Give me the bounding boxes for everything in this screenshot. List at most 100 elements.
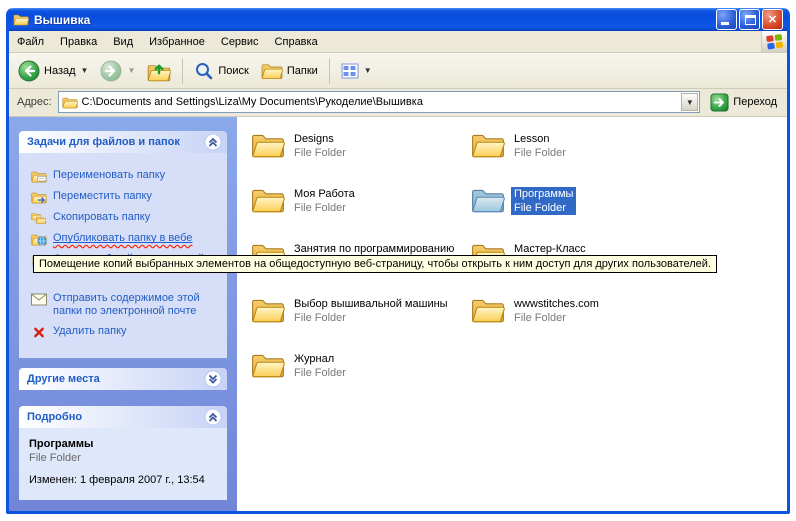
details-item-modified: Изменен: 1 февраля 2007 г., 13:54 (29, 474, 219, 486)
folder-item-zhurnal[interactable]: Журнал File Folder (251, 351, 463, 406)
address-label: Адрес: (17, 96, 52, 108)
task-copy-folder[interactable]: Скопировать папку (31, 211, 221, 225)
views-icon (341, 63, 359, 79)
menu-help[interactable]: Справка (267, 33, 326, 51)
toolbar: Назад ▼ ▼ Поиск Папки (9, 53, 787, 89)
tooltip: Помещение копий выбранных элементов на о… (33, 255, 717, 273)
back-arrow-icon (18, 60, 40, 82)
file-name: Программы (514, 188, 573, 200)
details-header[interactable]: Подробно (19, 406, 227, 428)
task-move-folder[interactable]: Переместить папку (31, 190, 221, 204)
search-button[interactable]: Поиск (189, 58, 253, 84)
back-button[interactable]: Назад ▼ (13, 57, 93, 85)
menu-tools[interactable]: Сервис (213, 33, 267, 51)
window-folder-icon (13, 13, 29, 26)
window-controls: ✕ (716, 9, 783, 30)
back-label: Назад (44, 65, 76, 77)
rename-folder-icon (31, 170, 47, 183)
maximize-button[interactable] (739, 9, 760, 30)
folder-icon (251, 351, 285, 379)
task-label: Переместить папку (53, 190, 152, 203)
go-label: Переход (733, 96, 777, 108)
file-item-text: Программы File Folder (511, 187, 576, 215)
file-item-text: Lesson File Folder (511, 132, 569, 160)
folders-button[interactable]: Папки (256, 59, 323, 83)
file-item-text: Выбор вышивальной машины File Folder (291, 297, 451, 325)
folder-icon (251, 131, 285, 159)
menu-edit[interactable]: Правка (52, 33, 105, 51)
file-name: Моя Работа (294, 188, 355, 200)
address-input[interactable]: C:\Documents and Settings\Liza\My Docume… (58, 91, 701, 113)
up-folder-icon (147, 60, 171, 82)
explorer-window: Вышивка ✕ Файл Правка Вид Избранное Серв… (6, 8, 790, 514)
menu-favorites[interactable]: Избранное (141, 33, 213, 51)
address-path: C:\Documents and Settings\Liza\My Docume… (82, 96, 678, 108)
folder-item-programmy[interactable]: Программы File Folder (471, 186, 683, 241)
views-button[interactable]: ▼ (336, 60, 377, 82)
details-panel: Подробно Программы File Folder Изменен: … (19, 406, 227, 500)
toolbar-separator (182, 58, 183, 84)
menu-bar: Файл Правка Вид Избранное Сервис Справка (9, 31, 787, 53)
details-body: Программы File Folder Изменен: 1 февраля… (19, 428, 227, 500)
close-button[interactable]: ✕ (762, 9, 783, 30)
task-publish-folder[interactable]: Опубликовать папку в вебе (31, 232, 221, 246)
expand-chevron-icon[interactable] (204, 370, 222, 388)
up-button[interactable] (142, 57, 176, 85)
folders-label: Папки (287, 65, 318, 77)
file-type: File Folder (294, 312, 448, 324)
go-button[interactable]: Переход (706, 93, 781, 112)
folder-item-designs[interactable]: Designs File Folder (251, 131, 463, 186)
window-content: Задачи для файлов и папок Переименовать … (9, 117, 787, 511)
file-type: File Folder (294, 367, 346, 379)
email-folder-icon (31, 293, 47, 306)
file-tasks-panel: Задачи для файлов и папок Переименовать … (19, 131, 227, 358)
file-tasks-header[interactable]: Задачи для файлов и папок (19, 131, 227, 153)
file-type: File Folder (514, 147, 566, 159)
task-email-folder[interactable]: Отправить содержимое этой папки по элект… (31, 292, 221, 318)
address-dropdown-button[interactable]: ▼ (681, 93, 698, 111)
task-label: Отправить содержимое этой папки по элект… (53, 292, 203, 318)
other-places-title: Другие места (27, 373, 100, 385)
menu-file[interactable]: Файл (9, 33, 52, 51)
delete-icon (31, 326, 47, 339)
task-delete-folder[interactable]: Удалить папку (31, 325, 221, 339)
other-places-panel: Другие места (19, 368, 227, 390)
folder-item-lesson[interactable]: Lesson File Folder (471, 131, 683, 186)
move-folder-icon (31, 191, 47, 204)
file-item-text: Designs File Folder (291, 132, 349, 160)
forward-button[interactable]: ▼ (95, 57, 140, 85)
file-name: Выбор вышивальной машины (294, 298, 448, 310)
menu-view[interactable]: Вид (105, 33, 141, 51)
file-item-text: Моя Работа File Folder (291, 187, 358, 215)
publish-web-icon (31, 233, 47, 246)
minimize-button[interactable] (716, 9, 737, 30)
folder-item-moya-rabota[interactable]: Моя Работа File Folder (251, 186, 463, 241)
details-item-type: File Folder (29, 452, 219, 464)
collapse-chevron-icon[interactable] (204, 408, 222, 426)
task-rename-folder[interactable]: Переименовать папку (31, 169, 221, 183)
file-item-text: wwwstitches.com File Folder (511, 297, 602, 325)
address-bar: Адрес: C:\Documents and Settings\Liza\My… (9, 89, 787, 117)
forward-dropdown-icon[interactable]: ▼ (127, 66, 135, 75)
back-dropdown-icon[interactable]: ▼ (81, 66, 89, 75)
search-label: Поиск (218, 65, 248, 77)
collapse-chevron-icon[interactable] (204, 133, 222, 151)
file-tasks-title: Задачи для файлов и папок (27, 136, 180, 148)
folder-item-wwwstitches[interactable]: wwwstitches.com File Folder (471, 296, 683, 351)
other-places-header[interactable]: Другие места (19, 368, 227, 390)
file-name: Мастер-Класс (514, 243, 586, 255)
title-bar[interactable]: Вышивка ✕ (9, 8, 787, 31)
folder-icon (471, 296, 505, 324)
details-item-name: Программы (29, 438, 219, 450)
folders-icon (261, 62, 283, 80)
file-name: wwwstitches.com (514, 298, 599, 310)
folder-icon (251, 186, 285, 214)
file-type: File Folder (294, 147, 346, 159)
views-dropdown-icon[interactable]: ▼ (364, 66, 372, 75)
task-label: Скопировать папку (53, 211, 150, 224)
windows-logo-icon (765, 33, 785, 51)
folder-item-vybor-vyshivalnoy-mashiny[interactable]: Выбор вышивальной машины File Folder (251, 296, 463, 351)
file-name: Designs (294, 133, 346, 145)
go-arrow-icon (710, 93, 729, 112)
task-label: Переименовать папку (53, 169, 165, 182)
